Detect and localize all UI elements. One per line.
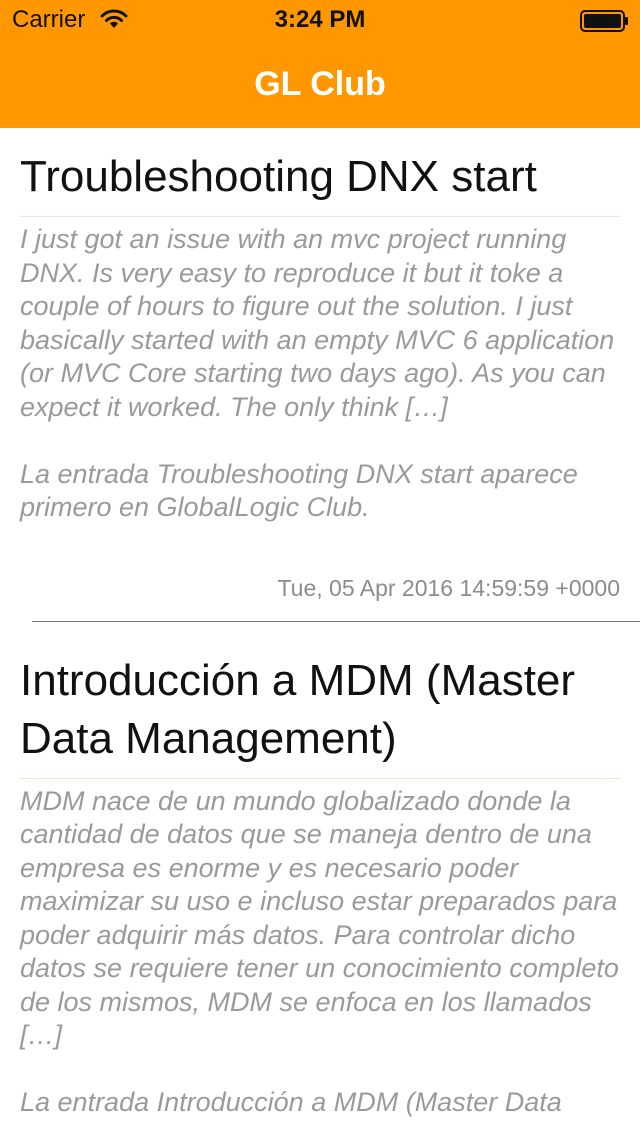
title-divider bbox=[20, 777, 620, 779]
title-divider bbox=[20, 216, 620, 217]
status-time: 3:24 PM bbox=[274, 6, 366, 33]
post-excerpt: I just got an issue with an mvc project … bbox=[20, 224, 615, 522]
post-separator bbox=[32, 620, 640, 622]
nav-title: GL Club bbox=[254, 65, 386, 103]
top-bar: Carrier 3:24 PM GL Club bbox=[0, 0, 640, 128]
post-date: Tue, 05 Apr 2016 14:59:59 +0000 bbox=[277, 574, 620, 601]
post-title: Introducción a MDM (Master Data Manageme… bbox=[20, 655, 576, 763]
post-item[interactable]: Troubleshooting DNX start I just got an … bbox=[0, 128, 640, 603]
post-feed[interactable]: Troubleshooting DNX start I just got an … bbox=[0, 128, 640, 1136]
battery-icon bbox=[580, 10, 630, 32]
post-excerpt: MDM nace de un mundo globalizado donde l… bbox=[20, 785, 619, 1118]
status-bar: Carrier 3:24 PM bbox=[0, 0, 640, 40]
post-item[interactable]: Introducción a MDM (Master Data Manageme… bbox=[0, 632, 640, 1120]
post-title: Troubleshooting DNX start bbox=[20, 152, 537, 201]
